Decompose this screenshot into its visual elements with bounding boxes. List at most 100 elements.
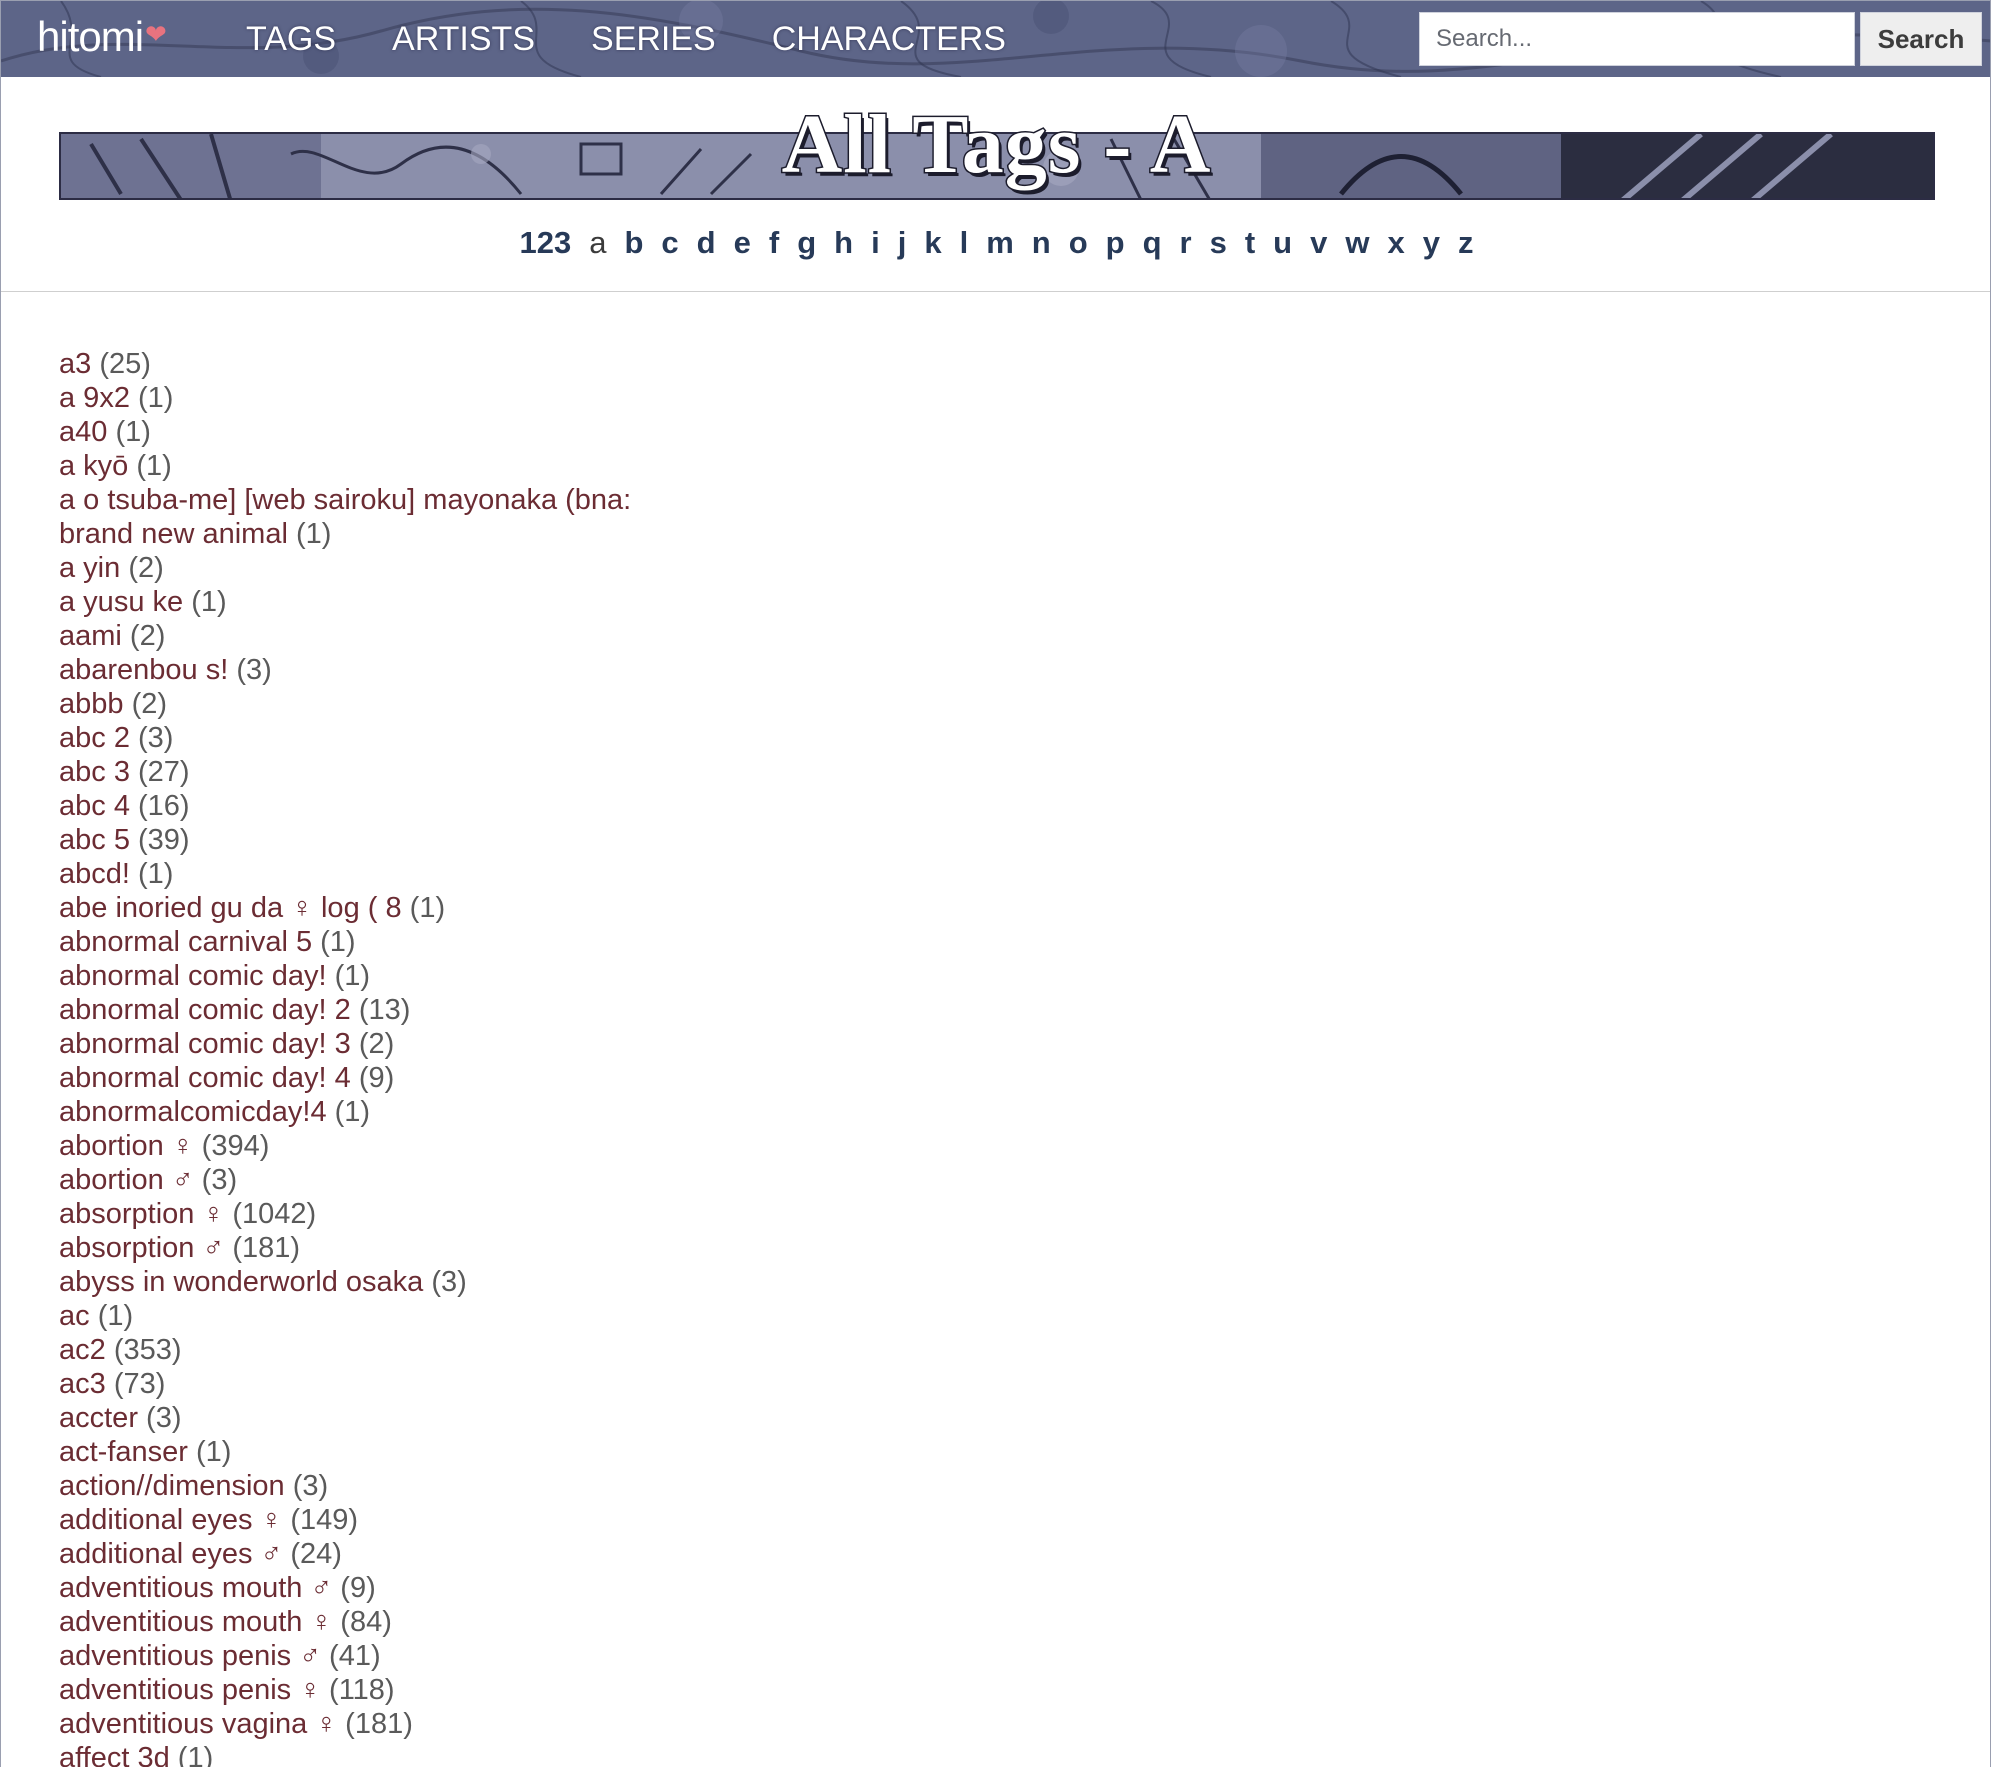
tag-count: (41) [329,1640,381,1672]
tag-count: (1) [136,450,172,482]
tag-link[interactable]: a kyō [59,450,128,482]
letter-link-t[interactable]: t [1245,225,1255,261]
letter-link-123[interactable]: 123 [520,225,572,261]
letter-link-c[interactable]: c [661,225,678,261]
tag-count: (181) [345,1708,413,1740]
list-item: abnormal comic day! 2 (13) [59,993,679,1027]
tag-link[interactable]: abarenbou s! [59,654,228,686]
letter-link-i[interactable]: i [871,225,880,261]
letter-link-g[interactable]: g [797,225,816,261]
letter-current-a: a [589,225,607,260]
tag-link[interactable]: a yusu ke [59,586,183,618]
letter-link-d[interactable]: d [697,225,716,261]
tag-link[interactable]: abc 4 [59,790,130,822]
letter-link-h[interactable]: h [834,225,853,261]
tag-link[interactable]: abnormal comic day! 4 [59,1062,351,1094]
tag-count: (353) [113,1334,182,1366]
tag-link[interactable]: abortion ♂ [59,1164,194,1196]
letter-link-o[interactable]: o [1069,225,1088,261]
tag-link[interactable]: abnormal comic day! 3 [59,1028,351,1060]
tag-link[interactable]: additional eyes ♂ [59,1538,282,1570]
list-item: aami (2) [59,619,679,653]
tag-count: (3) [146,1402,182,1434]
top-navbar: hitomi ❤ TAGS ARTISTS SERIES CHARACTERS S… [1,1,1990,77]
letter-link-p[interactable]: p [1106,225,1125,261]
letter-link-b[interactable]: b [624,225,643,261]
tag-link[interactable]: abyss in wonderworld osaka [59,1266,423,1298]
letter-link-e[interactable]: e [734,225,751,261]
tag-link[interactable]: a3 [59,348,91,380]
tag-link[interactable]: abbb [59,688,124,720]
tag-count: (1) [177,1742,214,1767]
tag-count: (3) [431,1266,467,1298]
tag-link[interactable]: aami [59,620,122,652]
nav-artists-link[interactable]: ARTISTS [392,20,535,59]
tag-link[interactable]: abnormalcomicday!4 [59,1096,327,1128]
tag-link[interactable]: absorption ♂ [59,1232,224,1264]
letter-link-n[interactable]: n [1032,225,1051,261]
tag-count: (3) [201,1164,238,1196]
tag-count: (181) [232,1232,301,1264]
tag-link[interactable]: adventitious mouth ♂ [59,1572,332,1604]
tag-link[interactable]: abc 3 [59,756,130,788]
tag-link[interactable]: adventitious vagina ♀ [59,1708,337,1740]
tag-link[interactable]: act-fanser [59,1436,188,1468]
section-divider [1,291,1990,292]
tag-count: (2) [358,1028,395,1060]
tag-link[interactable]: ac3 [59,1368,106,1400]
letter-link-v[interactable]: v [1310,225,1327,261]
search-input[interactable] [1419,12,1855,66]
search-button[interactable]: Search [1860,12,1982,66]
tag-link[interactable]: abe inoried gu da ♀ log ( 8 [59,892,402,924]
letter-link-m[interactable]: m [986,225,1014,261]
tag-link[interactable]: ac2 [59,1334,106,1366]
nav-tags-link[interactable]: TAGS [246,20,336,59]
logo-text: hitomi [37,13,144,60]
letter-link-y[interactable]: y [1423,225,1440,261]
letter-link-j[interactable]: j [898,225,907,261]
letter-link-x[interactable]: x [1387,225,1404,261]
tag-link[interactable]: adventitious mouth ♀ [59,1606,332,1638]
list-item: act-fanser (1) [59,1435,679,1469]
tag-link[interactable]: a 9x2 [59,382,130,414]
tag-count: (9) [340,1572,376,1604]
letter-link-l[interactable]: l [960,225,969,261]
nav-characters-link[interactable]: CHARACTERS [772,20,1006,59]
tag-count: (1) [115,416,151,448]
tag-link[interactable]: action//dimension [59,1470,285,1502]
tag-count: (118) [329,1674,395,1706]
tag-link[interactable]: abnormal carnival 5 [59,926,312,958]
list-item: additional eyes ♀ (149) [59,1503,679,1537]
letter-link-z[interactable]: z [1458,225,1474,261]
letter-link-s[interactable]: s [1210,225,1227,261]
list-item: adventitious vagina ♀ (181) [59,1707,679,1741]
list-item: adventitious mouth ♀ (84) [59,1605,679,1639]
letter-link-w[interactable]: w [1345,225,1369,261]
tag-link[interactable]: accter [59,1402,138,1434]
tag-link[interactable]: a yin [59,552,120,584]
tag-link[interactable]: abortion ♀ [59,1130,194,1162]
letter-link-k[interactable]: k [924,225,941,261]
letter-link-u[interactable]: u [1273,225,1292,261]
tag-link[interactable]: adventitious penis ♂ [59,1640,321,1672]
tag-count: (2) [131,688,168,720]
tag-link[interactable]: ac [59,1300,90,1332]
tag-link[interactable]: affect 3d [59,1742,170,1767]
tag-link[interactable]: a40 [59,416,107,448]
letter-link-q[interactable]: q [1143,225,1162,261]
tag-count: (84) [340,1606,392,1638]
tag-link[interactable]: adventitious penis ♀ [59,1674,321,1706]
tag-count: (13) [358,994,411,1026]
nav-series-link[interactable]: SERIES [591,20,716,59]
letter-link-r[interactable]: r [1180,225,1192,261]
tag-link[interactable]: abnormal comic day! 2 [59,994,351,1026]
tag-link[interactable]: a o tsuba-me] [web sairoku] mayonaka (bn… [59,484,631,550]
tag-link[interactable]: abc 5 [59,824,130,856]
tag-link[interactable]: abcd! [59,858,130,890]
letter-link-f[interactable]: f [769,225,779,261]
tag-link[interactable]: additional eyes ♀ [59,1504,282,1536]
tag-link[interactable]: abnormal comic day! [59,960,327,992]
tag-link[interactable]: absorption ♀ [59,1198,224,1230]
site-logo[interactable]: hitomi ❤ [37,9,167,65]
tag-link[interactable]: abc 2 [59,722,130,754]
